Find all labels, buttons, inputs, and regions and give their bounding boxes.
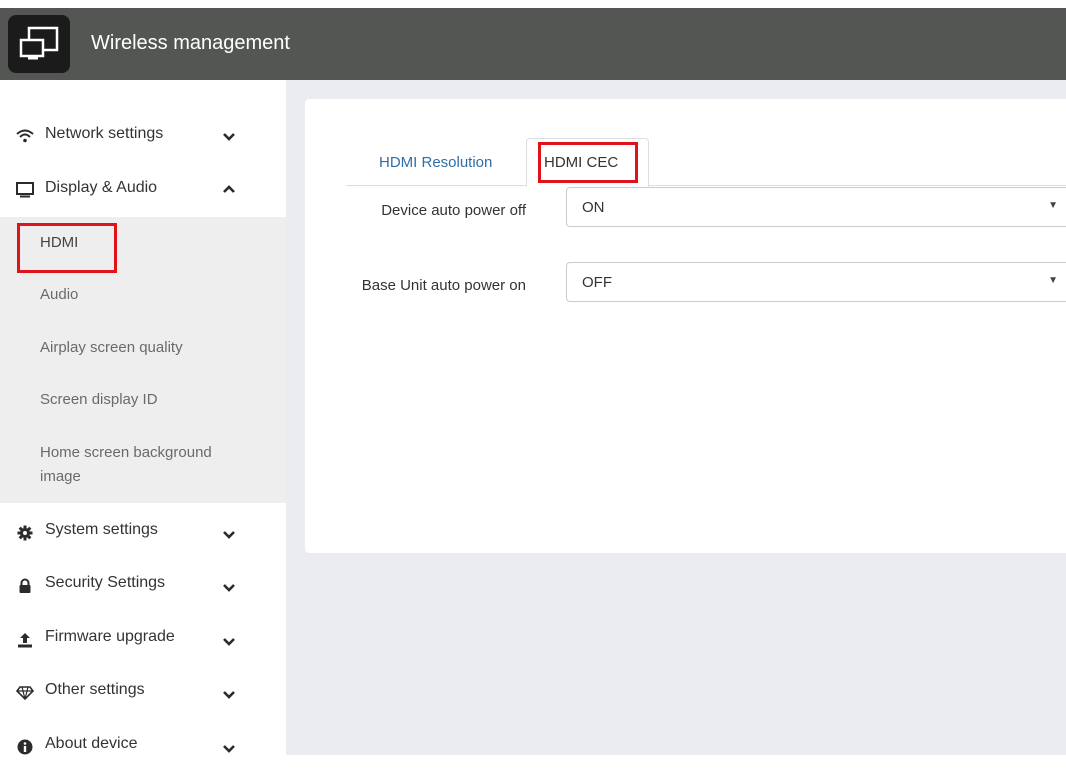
sidebar-item-label: Security Settings [45, 574, 166, 591]
sidebar-item-system-settings[interactable]: System settings [0, 508, 286, 558]
monitor-icon [15, 180, 35, 200]
submenu-item-screen-display-id[interactable]: Screen display ID [40, 388, 158, 412]
screen-cast-icon [19, 26, 59, 60]
sidebar-item-security-settings[interactable]: Security Settings [0, 561, 286, 611]
chevron-down-icon[interactable] [222, 528, 236, 542]
sidebar-item-network-settings[interactable]: Network settings [0, 110, 286, 160]
hdmi-highlight-box [17, 223, 117, 273]
app-header: Wireless management [0, 8, 1066, 80]
device-auto-power-off-label: Device auto power off [381, 202, 526, 219]
wifi-icon [15, 126, 35, 146]
sidebar: Network settings Display & Audio HDMI Au… [0, 80, 286, 755]
hdmi-cec-highlight-box [538, 142, 638, 183]
gear-icon [15, 523, 35, 543]
main-content: HDMI Resolution HDMI CEC Device auto pow… [286, 80, 1066, 755]
app-title: Wireless management [91, 32, 290, 54]
sidebar-item-label: System settings [45, 521, 158, 538]
lock-icon [15, 576, 35, 596]
base-unit-auto-power-on-select[interactable]: OFF ▼ [566, 262, 1066, 302]
chevron-down-icon[interactable] [222, 130, 236, 144]
device-auto-power-off-select[interactable]: ON ▼ [566, 187, 1066, 227]
info-icon [15, 737, 35, 757]
app-logo [8, 15, 70, 73]
dropdown-caret-icon: ▼ [1048, 275, 1058, 286]
diamond-icon [15, 683, 35, 703]
select-value: ON [582, 199, 605, 216]
sidebar-item-firmware-upgrade[interactable]: Firmware upgrade [0, 615, 286, 665]
sidebar-item-label: Firmware upgrade [45, 628, 175, 645]
submenu-item-home-background[interactable]: Home screen background image [40, 441, 255, 489]
dropdown-caret-icon: ▼ [1048, 200, 1058, 211]
chevron-down-icon[interactable] [222, 581, 236, 595]
sidebar-item-about-device[interactable]: About device [0, 722, 286, 772]
submenu-item-airplay-quality[interactable]: Airplay screen quality [40, 336, 183, 360]
tab-divider [346, 185, 1066, 186]
base-unit-auto-power-on-label: Base Unit auto power on [361, 277, 526, 294]
select-value: OFF [582, 274, 612, 291]
sidebar-item-display-audio[interactable]: Display & Audio [0, 166, 286, 216]
upload-icon [15, 630, 35, 650]
sidebar-item-other-settings[interactable]: Other settings [0, 668, 286, 718]
settings-card: HDMI Resolution HDMI CEC Device auto pow… [305, 99, 1066, 553]
chevron-up-icon[interactable] [222, 182, 236, 196]
sidebar-item-label: Network settings [45, 125, 164, 142]
tab-hdmi-resolution[interactable]: HDMI Resolution [379, 154, 492, 171]
sidebar-item-label: About device [45, 735, 138, 752]
submenu-item-audio[interactable]: Audio [40, 283, 78, 307]
top-margin [0, 0, 1066, 8]
chevron-down-icon[interactable] [222, 742, 236, 756]
chevron-down-icon[interactable] [222, 688, 236, 702]
sidebar-item-label: Display & Audio [45, 179, 158, 196]
sidebar-item-label: Other settings [45, 681, 145, 698]
display-audio-submenu: HDMI Audio Airplay screen quality Screen… [0, 217, 286, 503]
chevron-down-icon[interactable] [222, 635, 236, 649]
